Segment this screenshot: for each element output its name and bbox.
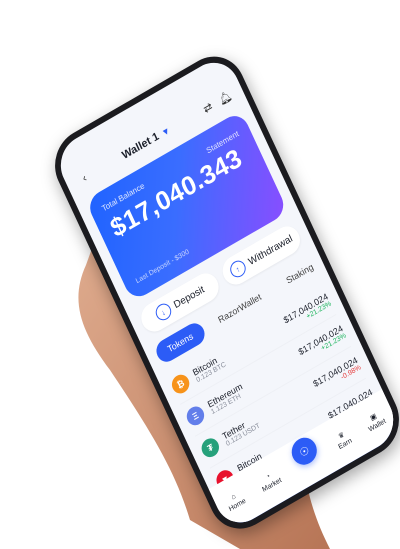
chevron-left-icon[interactable]: ‹	[76, 169, 94, 189]
deposit-label: Deposit	[172, 283, 207, 311]
withdrawal-icon: ↑	[227, 257, 249, 281]
ethereum-icon: Ξ	[183, 403, 208, 429]
withdrawal-label: Withdrawal	[246, 232, 295, 268]
nav-home-label: Home	[227, 497, 248, 514]
nav-earn[interactable]: ♛ Earn	[333, 428, 353, 451]
swap-icon[interactable]: ⇄	[199, 98, 217, 118]
nav-home[interactable]: ⌂ Home	[224, 489, 247, 513]
market-icon: ◔	[265, 472, 272, 482]
deposit-icon: ↓	[152, 300, 174, 324]
nav-wallet[interactable]: ▣ Wallet	[363, 408, 387, 433]
bitcoin-icon: ₿	[169, 371, 193, 397]
bell-icon[interactable]: 🔔︎	[216, 88, 234, 108]
scan-button[interactable]: ☉	[287, 432, 322, 470]
nav-market[interactable]: ◔ Market	[258, 469, 283, 494]
last-deposit: Last Deposit - $300	[134, 248, 191, 286]
chevron-down-icon: ▼	[159, 124, 172, 139]
tether-icon: ₮	[198, 435, 222, 461]
nav-market-label: Market	[261, 476, 283, 494]
home-icon: ⌂	[230, 492, 238, 502]
